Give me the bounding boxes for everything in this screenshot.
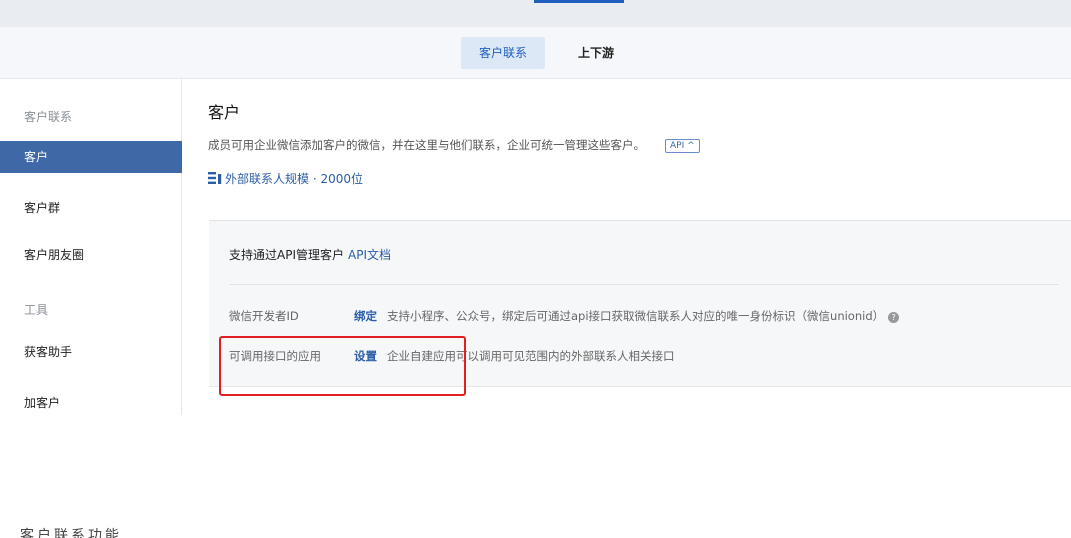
panel-heading-text: 支持通过API管理客户 [229, 248, 344, 262]
page-description: 成员可用企业微信添加客户的微信，并在这里与他们联系，企业可统一管理这些客户。 AP… [208, 137, 700, 153]
help-icon[interactable]: ? [888, 312, 900, 323]
row-note: 企业自建应用可以调用可见范围内的外部联系人相关接口 [387, 349, 675, 363]
row-note: 支持小程序、公众号，绑定后可通过api接口获取微信联系人对应的唯一身份标识（微信… [387, 309, 885, 323]
api-docs-link[interactable]: API文档 [348, 248, 391, 262]
tab-customer-contact[interactable]: 客户联系 [461, 37, 546, 69]
divider [229, 284, 1059, 285]
top-strip [0, 0, 1071, 27]
bind-link[interactable]: 绑定 [354, 308, 377, 324]
sidebar-item-add-customer[interactable]: 加客户 [0, 387, 182, 419]
tab-upstream-downstream[interactable]: 上下游 [560, 37, 632, 69]
scale-label: 外部联系人规模 · 2000位 [225, 172, 363, 186]
panel-heading: 支持通过API管理客户 API文档 [229, 246, 391, 263]
sidebar-group-customer-contact: 客户联系 [24, 110, 73, 124]
list-chart-icon [208, 172, 222, 184]
api-panel: 支持通过API管理客户 API文档 微信开发者ID 绑定 支持小程序、公众号，绑定后可… [209, 220, 1071, 387]
settings-link[interactable]: 设置 [354, 348, 377, 364]
sidebar-item-moments[interactable]: 客户朋友圈 [0, 239, 182, 271]
sidebar-item-customer[interactable]: 客户 [0, 141, 182, 173]
wechat-developer-id-row: 微信开发者ID 绑定 支持小程序、公众号，绑定后可通过api接口获取微信联系人对应的… [229, 308, 900, 324]
row-label: 微信开发者ID [229, 309, 299, 323]
row-label: 可调用接口的应用 [229, 349, 321, 363]
api-apps-row: 可调用接口的应用 设置 企业自建应用可以调用可见范围内的外部联系人相关接口 [229, 348, 675, 364]
sidebar: 客户联系 客户 客户群 客户朋友圈 工具 获客助手 加客户 [0, 79, 182, 415]
page-title: 客户 [208, 103, 241, 122]
sidebar-group-tools: 工具 [24, 303, 49, 317]
main-content: 客户 成员可用企业微信添加客户的微信，并在这里与他们联系，企业可统一管理这些客户… [182, 79, 1071, 415]
api-tag[interactable]: API ^ [665, 139, 700, 153]
sidebar-item-customer-group[interactable]: 客户群 [0, 192, 182, 224]
external-contact-scale[interactable]: 外部联系人规模 · 2000位 [208, 170, 363, 187]
sidebar-item-acquisition-assistant[interactable]: 获客助手 [0, 336, 182, 368]
description-text: 成员可用企业微信添加客户的微信，并在这里与他们联系，企业可统一管理这些客户。 [208, 138, 645, 152]
top-nav-active-indicator [534, 0, 624, 3]
tab-bar: 客户联系 上下游 [0, 27, 1071, 79]
